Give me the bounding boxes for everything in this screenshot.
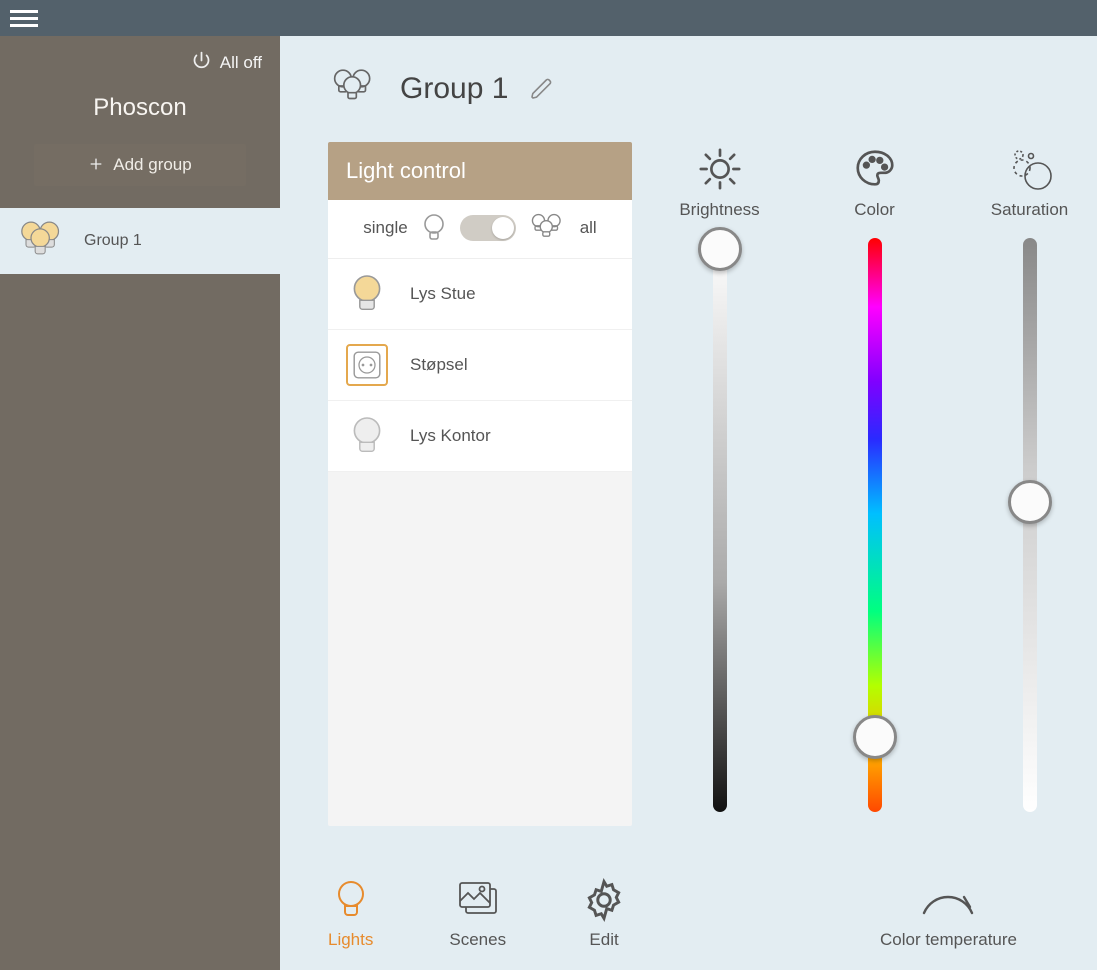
scenes-icon xyxy=(454,878,502,922)
device-label: Støpsel xyxy=(410,355,468,375)
bulb-group-icon xyxy=(328,66,378,112)
add-group-label: Add group xyxy=(113,155,191,175)
main-content: Group 1 Light control single xyxy=(280,36,1097,970)
menu-icon[interactable] xyxy=(10,4,38,32)
topbar xyxy=(0,0,1097,36)
tab-label: Lights xyxy=(328,930,373,950)
all-off-button[interactable]: All off xyxy=(18,50,262,76)
bulb-icon xyxy=(346,273,388,315)
light-control-panel: Light control single xyxy=(328,142,632,826)
brightness-slider[interactable] xyxy=(713,238,727,812)
add-group-button[interactable]: Add group xyxy=(34,144,246,186)
power-icon xyxy=(191,50,212,76)
brightness-icon xyxy=(697,144,743,194)
single-label: single xyxy=(363,218,407,238)
all-label: all xyxy=(580,218,597,238)
color-temperature-button[interactable]: Color temperature xyxy=(880,883,1017,950)
bulb-group-icon xyxy=(16,218,66,264)
app-name: Phoscon xyxy=(18,94,262,122)
sidebar-item-group-1[interactable]: Group 1 xyxy=(0,208,280,274)
gear-icon xyxy=(582,878,626,922)
plus-icon xyxy=(88,156,104,175)
saturation-icon xyxy=(1005,144,1055,194)
all-off-label: All off xyxy=(220,53,262,73)
color-temp-label: Color temperature xyxy=(880,930,1017,950)
edit-title-button[interactable] xyxy=(530,77,554,101)
tab-label: Scenes xyxy=(449,930,506,950)
sidebar-item-label: Group 1 xyxy=(84,232,142,250)
single-all-toggle-row: single all xyxy=(328,200,632,259)
color-slider-block: Color xyxy=(827,144,922,826)
saturation-slider[interactable] xyxy=(1023,238,1037,812)
sliders-column: Brightness Color xyxy=(672,142,1077,826)
bulb-icon xyxy=(334,878,368,922)
saturation-handle[interactable] xyxy=(1008,480,1052,524)
plug-icon xyxy=(346,344,388,386)
tab-scenes[interactable]: Scenes xyxy=(449,878,506,950)
tab-lights[interactable]: Lights xyxy=(328,878,373,950)
page-title: Group 1 xyxy=(400,72,508,106)
saturation-label: Saturation xyxy=(991,200,1069,220)
saturation-slider-block: Saturation xyxy=(982,144,1077,826)
device-label: Lys Kontor xyxy=(410,426,491,446)
header-row: Group 1 xyxy=(328,66,1077,112)
tab-edit[interactable]: Edit xyxy=(582,878,626,950)
bottom-tabs: Lights Scenes Edit xyxy=(328,878,626,950)
bulb-group-icon xyxy=(529,212,567,244)
color-label: Color xyxy=(854,200,895,220)
brightness-label: Brightness xyxy=(679,200,759,220)
single-all-toggle[interactable] xyxy=(460,215,516,241)
tab-label: Edit xyxy=(589,930,618,950)
device-row-lys-kontor[interactable]: Lys Kontor xyxy=(328,401,632,472)
color-temp-icon xyxy=(918,883,978,922)
brightness-slider-block: Brightness xyxy=(672,144,767,826)
bulb-icon xyxy=(421,213,447,243)
light-control-header: Light control xyxy=(328,142,632,200)
sidebar: All off Phoscon Add group Group 1 xyxy=(0,36,280,970)
color-slider[interactable] xyxy=(868,238,882,812)
device-row-lys-stue[interactable]: Lys Stue xyxy=(328,259,632,330)
color-handle[interactable] xyxy=(853,715,897,759)
device-label: Lys Stue xyxy=(410,284,476,304)
palette-icon xyxy=(852,144,898,194)
bulb-icon xyxy=(346,415,388,457)
brightness-handle[interactable] xyxy=(698,227,742,271)
device-row-stopsel[interactable]: Støpsel xyxy=(328,330,632,401)
